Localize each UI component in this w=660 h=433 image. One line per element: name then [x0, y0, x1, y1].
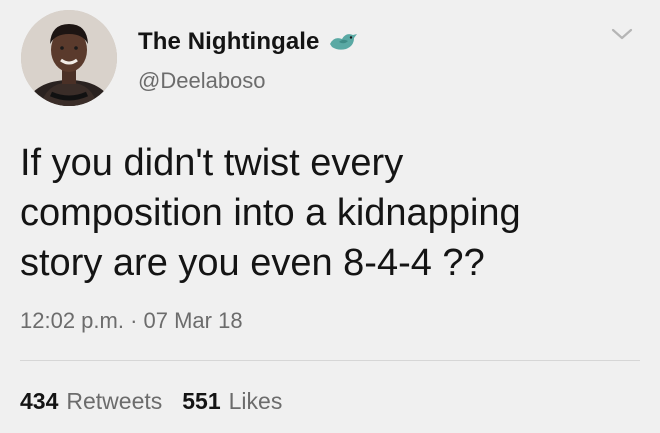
retweets-stat[interactable]: 434 Retweets [20, 388, 162, 415]
retweets-label: Retweets [66, 388, 163, 414]
likes-label: Likes [228, 388, 283, 414]
likes-count: 551 [182, 388, 221, 414]
bird-icon [326, 30, 360, 54]
tweet-stats: 434 Retweets 551 Likes [20, 388, 282, 415]
avatar-photo-icon [21, 10, 117, 106]
tweet-text: If you didn't twist every composition in… [20, 142, 521, 284]
tweet-card: The Nightingale @Deelaboso If you didn't… [0, 0, 660, 433]
user-handle[interactable]: @Deelaboso [138, 68, 266, 94]
retweets-count: 434 [20, 388, 59, 414]
chevron-down-icon[interactable] [610, 26, 634, 42]
name-row: The Nightingale [138, 28, 360, 56]
divider [20, 360, 640, 361]
likes-stat[interactable]: 551 Likes [182, 388, 282, 415]
display-name[interactable]: The Nightingale [138, 28, 320, 56]
avatar[interactable] [21, 10, 117, 106]
tweet-timestamp[interactable]: 12:02 p.m. · 07 Mar 18 [20, 308, 243, 334]
